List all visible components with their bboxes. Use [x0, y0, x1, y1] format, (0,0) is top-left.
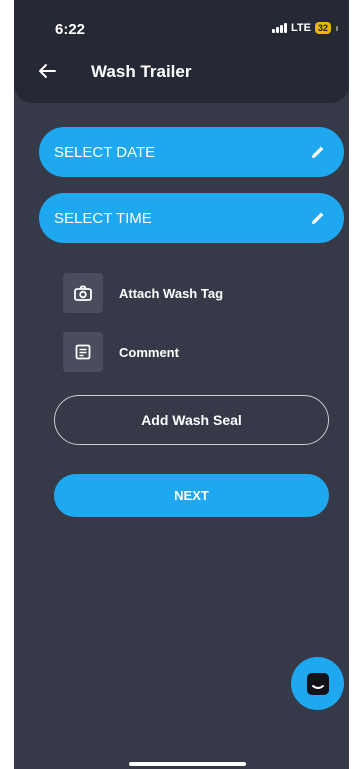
chat-button[interactable]	[291, 657, 344, 710]
add-wash-seal-button[interactable]: Add Wash Seal	[54, 395, 329, 445]
chat-icon	[306, 672, 329, 695]
signal-icon	[272, 23, 287, 33]
select-time-label: SELECT TIME	[54, 209, 152, 227]
battery-level: 32	[317, 23, 328, 33]
next-button[interactable]: NEXT	[54, 474, 329, 517]
app-screen: 6:22 LTE 32 Wash Trailer SELECT DATE SEL…	[14, 0, 349, 769]
battery-tip	[335, 25, 338, 31]
status-indicators: LTE 32	[272, 22, 338, 34]
pencil-icon	[312, 212, 324, 224]
battery-icon: 32	[314, 22, 331, 34]
home-indicator	[129, 762, 246, 766]
attach-icon-tile	[63, 273, 103, 313]
comment-icon-tile	[63, 332, 103, 372]
status-time: 6:22	[55, 21, 86, 38]
arrow-left-icon	[39, 64, 56, 78]
note-icon	[75, 344, 91, 360]
camera-icon	[74, 285, 92, 301]
select-time-button[interactable]: SELECT TIME	[39, 193, 344, 243]
app-header: 6:22 LTE 32 Wash Trailer	[14, 0, 349, 103]
comment-button[interactable]: Comment	[63, 332, 179, 372]
select-date-button[interactable]: SELECT DATE	[39, 127, 344, 177]
pencil-icon	[312, 146, 324, 158]
network-type: LTE	[291, 22, 311, 34]
attach-wash-tag-button[interactable]: Attach Wash Tag	[63, 273, 223, 313]
comment-label: Comment	[119, 344, 179, 360]
attach-wash-tag-label: Attach Wash Tag	[119, 285, 224, 301]
page-title: Wash Trailer	[91, 62, 192, 81]
select-date-label: SELECT DATE	[54, 143, 156, 161]
back-button[interactable]	[36, 60, 58, 82]
